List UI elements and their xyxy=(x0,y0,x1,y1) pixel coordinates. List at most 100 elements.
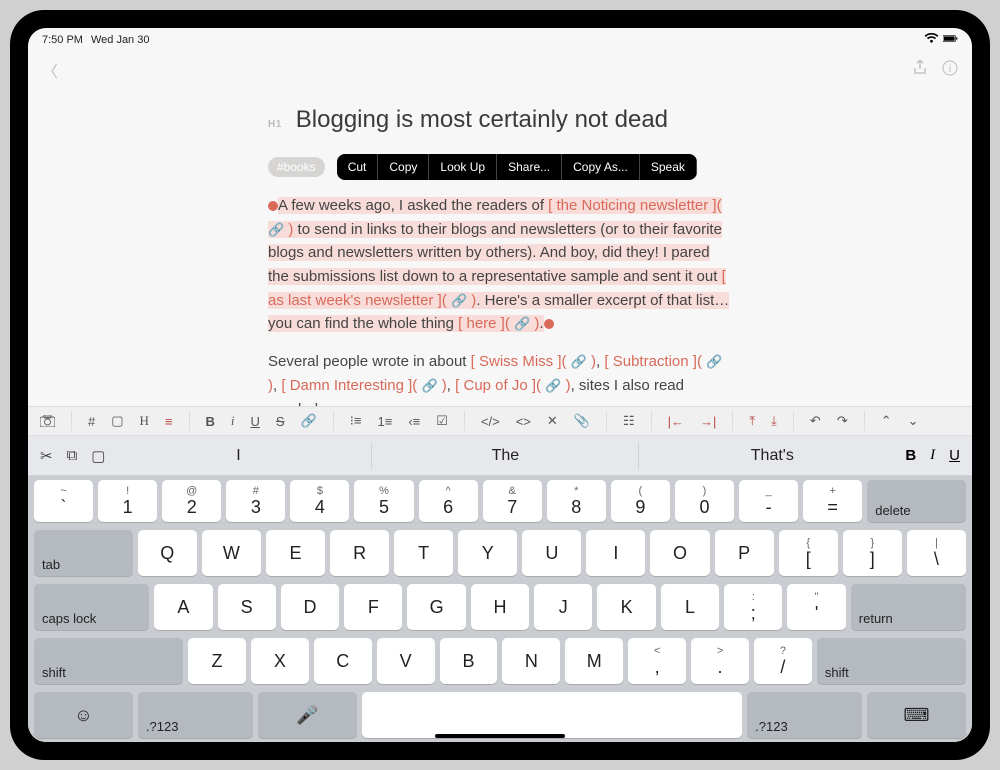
tag-chip[interactable]: #books xyxy=(268,157,325,177)
paragraph-1[interactable]: A few weeks ago, I asked the readers of … xyxy=(268,194,732,336)
code-icon[interactable]: </> xyxy=(481,414,500,429)
redo-icon[interactable]: ↷ xyxy=(837,413,848,429)
key-[[interactable]: {[ xyxy=(779,530,838,576)
cut-icon[interactable]: ✂ xyxy=(40,447,53,465)
key-Q[interactable]: Q xyxy=(138,530,197,576)
bold-icon[interactable]: B xyxy=(206,414,215,429)
key-Y[interactable]: Y xyxy=(458,530,517,576)
key-M[interactable]: M xyxy=(565,638,623,684)
link-damn[interactable]: Damn Interesting xyxy=(290,377,404,394)
key-9[interactable]: (9 xyxy=(611,480,670,522)
key-F[interactable]: F xyxy=(344,584,402,630)
selection-end-handle[interactable] xyxy=(544,319,554,329)
emoji-key[interactable]: ☺ xyxy=(34,692,133,738)
key-X[interactable]: X xyxy=(251,638,309,684)
space-key[interactable] xyxy=(362,692,742,738)
paragraph-2[interactable]: Several people wrote in about [ Swiss Mi… xyxy=(268,350,732,406)
key--[interactable]: _- xyxy=(739,480,798,522)
key-][interactable]: }] xyxy=(843,530,902,576)
align-icon[interactable]: ≡ xyxy=(165,414,173,429)
kb-italic[interactable]: I xyxy=(930,447,935,464)
checkbox-icon[interactable]: ☑ xyxy=(436,413,448,429)
key-8[interactable]: *8 xyxy=(547,480,606,522)
arrow-down-bar-icon[interactable]: ⤓ xyxy=(771,413,777,429)
hash-icon[interactable]: # xyxy=(88,414,95,429)
back-icon[interactable]: 〈 xyxy=(42,64,58,81)
key-0[interactable]: )0 xyxy=(675,480,734,522)
key-3[interactable]: #3 xyxy=(226,480,285,522)
key-N[interactable]: N xyxy=(502,638,560,684)
note-icon[interactable]: ▢ xyxy=(111,413,123,429)
key-B[interactable]: B xyxy=(440,638,498,684)
bullet-list-icon[interactable]: ⁝≡ xyxy=(350,413,362,429)
attach-icon[interactable]: 📎 xyxy=(574,413,590,429)
key-D[interactable]: D xyxy=(281,584,339,630)
key-/[interactable]: ?/ xyxy=(754,638,812,684)
paste-icon[interactable]: ▢ xyxy=(91,447,105,465)
key-.[interactable]: >. xyxy=(691,638,749,684)
link-subtraction[interactable]: Subtraction xyxy=(613,353,689,370)
key-G[interactable]: G xyxy=(407,584,465,630)
kb-bold[interactable]: B xyxy=(905,447,916,464)
key-4[interactable]: $4 xyxy=(290,480,349,522)
arrow-right-bar-icon[interactable]: →| xyxy=(700,414,716,429)
key-,[interactable]: <, xyxy=(628,638,686,684)
key-P[interactable]: P xyxy=(715,530,774,576)
share-icon[interactable] xyxy=(912,60,928,81)
selection-start-handle[interactable] xyxy=(268,201,278,211)
key-Z[interactable]: Z xyxy=(188,638,246,684)
kb-underline[interactable]: U xyxy=(949,447,960,464)
ctx-copyas[interactable]: Copy As... xyxy=(562,154,640,180)
clear-icon[interactable]: ✕ xyxy=(547,413,558,429)
delete-key[interactable]: delete xyxy=(867,480,966,522)
key-'[interactable]: "' xyxy=(787,584,845,630)
calendar-icon[interactable]: ☷ xyxy=(623,413,635,429)
key-C[interactable]: C xyxy=(314,638,372,684)
page-title[interactable]: Blogging is most certainly not dead xyxy=(296,106,668,134)
key-S[interactable]: S xyxy=(218,584,276,630)
link-swissmiss[interactable]: Swiss Miss xyxy=(479,353,553,370)
arrow-up-bar-icon[interactable]: ⤒ xyxy=(749,413,755,429)
ctx-lookup[interactable]: Look Up xyxy=(429,154,497,180)
chevron-down-icon[interactable]: ⌄ xyxy=(908,413,919,429)
suggestion-2[interactable]: The xyxy=(371,443,638,469)
key-6[interactable]: ^6 xyxy=(419,480,478,522)
home-indicator[interactable] xyxy=(435,734,565,738)
dismiss-keyboard-key[interactable]: ⌨ xyxy=(867,692,966,738)
ctx-share[interactable]: Share... xyxy=(497,154,562,180)
numbers-right-key[interactable]: .?123 xyxy=(747,692,862,738)
document-area[interactable]: H1 Blogging is most certainly not dead #… xyxy=(28,88,972,406)
mic-key[interactable]: 🎤 xyxy=(258,692,357,738)
link-noticing[interactable]: the Noticing newsletter xyxy=(557,197,709,214)
key-5[interactable]: %5 xyxy=(354,480,413,522)
link-lastweek[interactable]: as last week's newsletter xyxy=(268,292,433,309)
shift-left-key[interactable]: shift xyxy=(34,638,183,684)
ctx-cut[interactable]: Cut xyxy=(337,154,379,180)
heading-icon[interactable]: H xyxy=(140,413,149,429)
capslock-key[interactable]: caps lock xyxy=(34,584,149,630)
key-W[interactable]: W xyxy=(202,530,261,576)
link-cupofjo[interactable]: Cup of Jo xyxy=(463,377,527,394)
key-R[interactable]: R xyxy=(330,530,389,576)
key-V[interactable]: V xyxy=(377,638,435,684)
key-O[interactable]: O xyxy=(650,530,709,576)
shift-right-key[interactable]: shift xyxy=(817,638,966,684)
key-1[interactable]: !1 xyxy=(98,480,157,522)
camera-icon[interactable] xyxy=(40,415,55,427)
suggestion-3[interactable]: That's xyxy=(638,443,905,469)
key-L[interactable]: L xyxy=(661,584,719,630)
link-here[interactable]: here xyxy=(466,315,496,332)
numbers-left-key[interactable]: .?123 xyxy=(138,692,253,738)
suggestion-1[interactable]: I xyxy=(105,443,371,469)
italic-icon[interactable]: i xyxy=(231,413,235,429)
key-J[interactable]: J xyxy=(534,584,592,630)
number-list-icon[interactable]: 1≡ xyxy=(378,414,393,429)
info-icon[interactable]: i xyxy=(942,60,958,81)
key-H[interactable]: H xyxy=(471,584,529,630)
strike-icon[interactable]: S xyxy=(276,414,285,429)
ctx-speak[interactable]: Speak xyxy=(640,154,697,180)
key-;[interactable]: :; xyxy=(724,584,782,630)
key-\[interactable]: |\ xyxy=(907,530,966,576)
key-E[interactable]: E xyxy=(266,530,325,576)
key-U[interactable]: U xyxy=(522,530,581,576)
